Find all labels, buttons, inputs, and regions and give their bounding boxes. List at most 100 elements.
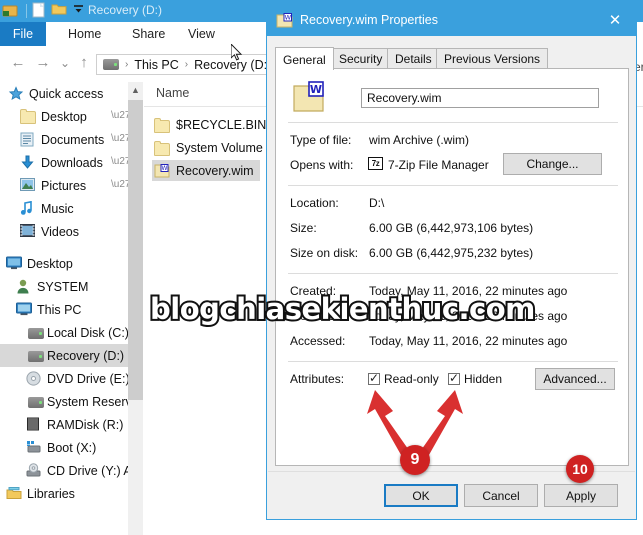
wim-file-icon: W <box>154 163 170 178</box>
folder-icon <box>20 108 36 125</box>
sidebar-label: Local Disk (C:) <box>47 325 128 340</box>
sidebar-item-local-disk-c[interactable]: Local Disk (C:) <box>0 321 128 344</box>
table-row[interactable]: System Volume I <box>154 137 270 158</box>
explorer-title-text: Recovery (D:) <box>88 3 163 17</box>
mouse-cursor-icon <box>231 44 243 61</box>
sidebar-item-pictures[interactable]: Pictures \u2712 <box>0 174 128 197</box>
cd-icon <box>26 462 42 479</box>
folder-icon <box>154 140 170 156</box>
svg-text:W: W <box>310 83 322 96</box>
7zip-icon: 7z <box>368 157 383 170</box>
sidebar-item-cd-drive-y[interactable]: CD Drive (Y:) A <box>0 459 128 482</box>
tab-details[interactable]: Details <box>387 48 440 69</box>
sidebar-item-this-pc[interactable]: This PC <box>0 298 128 321</box>
breadcrumb-separator-2: › <box>184 59 189 70</box>
sidebar-item-system-reserved[interactable]: System Reserve <box>0 390 128 413</box>
sidebar-label: Videos <box>41 224 79 239</box>
tab-previous-versions[interactable]: Previous Versions <box>436 48 549 69</box>
step-badge-10: 10 <box>566 455 594 483</box>
ribbon-tab-home[interactable]: Home <box>58 22 111 46</box>
svg-text:W: W <box>162 165 168 172</box>
ribbon-tab-view[interactable]: View <box>178 22 225 46</box>
sidebar-label: Documents <box>41 132 105 147</box>
file-name: $RECYCLE.BIN <box>176 117 267 132</box>
pin-icon[interactable]: \u2712 <box>111 179 128 190</box>
column-header-name[interactable]: Name <box>156 86 189 100</box>
sidebar-label: Desktop <box>27 256 73 271</box>
ribbon-tab-share[interactable]: Share <box>122 22 175 46</box>
forward-button[interactable]: → <box>33 53 53 73</box>
sidebar-item-ramdisk-r[interactable]: RAMDisk (R:) <box>0 413 128 436</box>
properties-icon[interactable] <box>31 2 48 19</box>
new-folder-icon[interactable] <box>51 2 68 19</box>
sidebar-item-documents[interactable]: Documents \u2712 <box>0 128 128 151</box>
recent-locations-button[interactable]: ⌄ <box>55 53 75 73</box>
scroll-up-arrow-icon[interactable]: ▲ <box>128 82 143 99</box>
accessed-value: Today, May 11, 2016, 22 minutes ago <box>369 334 568 348</box>
sidebar-item-desktop[interactable]: Desktop \u2712 <box>0 105 128 128</box>
star-icon <box>8 85 24 102</box>
sidebar-label: Desktop <box>41 109 87 124</box>
apply-button[interactable]: Apply <box>544 484 618 507</box>
pin-icon[interactable]: \u2712 <box>111 133 128 144</box>
scrollbar-thumb[interactable] <box>128 100 143 400</box>
ok-button[interactable]: OK <box>384 484 458 507</box>
libraries-icon <box>6 486 22 502</box>
drive-icon <box>26 348 44 364</box>
explorer-icon[interactable] <box>2 2 19 19</box>
divider <box>288 122 618 123</box>
filename-field[interactable]: Recovery.wim <box>361 88 599 108</box>
size-on-disk-label: Size on disk: <box>290 246 359 260</box>
sidebar-label: Recovery (D:) <box>47 348 125 363</box>
downloads-icon <box>20 155 36 171</box>
pin-icon[interactable]: \u2712 <box>111 156 128 167</box>
sidebar-item-quick-access[interactable]: Quick access <box>0 82 128 105</box>
sidebar-label: System Reserve <box>47 394 128 409</box>
size-on-disk-value: 6.00 GB (6,442,975,232 bytes) <box>369 246 534 260</box>
sidebar-label: DVD Drive (E:) I <box>47 371 128 386</box>
sidebar-label: SYSTEM <box>37 279 89 294</box>
watermark-text: blogchiasekienthuc.com <box>148 290 537 328</box>
navigation-pane-scrollbar[interactable]: ▲ <box>128 82 143 535</box>
sidebar-item-recovery-d[interactable]: Recovery (D:) <box>0 344 128 367</box>
wim-file-icon: W <box>292 81 325 113</box>
sidebar-item-videos[interactable]: Videos <box>0 220 128 243</box>
pictures-icon <box>20 177 36 194</box>
sidebar-label: Libraries <box>27 486 75 501</box>
desktop-icon <box>6 256 22 272</box>
sidebar-item-boot-x[interactable]: Boot (X:) <box>0 436 128 459</box>
drive-icon <box>26 394 44 410</box>
dialog-title-text: Recovery.wim Properties <box>300 13 439 27</box>
sidebar-item-desktop-tree[interactable]: Desktop <box>0 252 128 275</box>
close-icon[interactable]: ✕ <box>600 10 630 32</box>
back-button[interactable]: ← <box>8 53 28 73</box>
ribbon-tab-file[interactable]: File <box>0 22 46 46</box>
ramdisk-icon <box>26 417 42 433</box>
table-row[interactable]: W Recovery.wim <box>152 160 260 181</box>
divider <box>288 273 618 274</box>
sidebar-item-system-user[interactable]: SYSTEM <box>0 275 128 298</box>
up-button[interactable]: ↑ <box>74 53 94 73</box>
qat-divider <box>26 3 27 18</box>
cancel-button[interactable]: Cancel <box>464 484 538 507</box>
sidebar-label: CD Drive (Y:) A <box>47 463 128 478</box>
customize-qat-icon[interactable] <box>71 2 88 19</box>
tab-general[interactable]: General <box>275 47 334 70</box>
table-row[interactable]: $RECYCLE.BIN <box>154 114 266 135</box>
sidebar-item-downloads[interactable]: Downloads \u2712 <box>0 151 128 174</box>
sidebar-item-music[interactable]: Music <box>0 197 128 220</box>
advanced-button[interactable]: Advanced... <box>535 368 615 390</box>
pin-icon[interactable]: \u2712 <box>111 110 128 121</box>
tab-security[interactable]: Security <box>331 48 391 69</box>
sidebar-item-libraries[interactable]: Libraries <box>0 482 128 505</box>
dialog-title-bar[interactable]: W Recovery.wim Properties ✕ <box>267 6 636 36</box>
change-button[interactable]: Change... <box>503 153 602 175</box>
sidebar-item-dvd-drive-e[interactable]: DVD Drive (E:) I <box>0 367 128 390</box>
sidebar-label: This PC <box>37 302 82 317</box>
breadcrumb-this-pc[interactable]: This PC <box>132 58 180 72</box>
sidebar-label: Boot (X:) <box>47 440 97 455</box>
opens-with-label: Opens with: <box>290 158 354 172</box>
file-name: System Volume I <box>176 140 270 155</box>
navigation-pane: Quick access Desktop \u2712 Documents \u… <box>0 82 128 535</box>
sidebar-label: Downloads <box>41 155 103 170</box>
